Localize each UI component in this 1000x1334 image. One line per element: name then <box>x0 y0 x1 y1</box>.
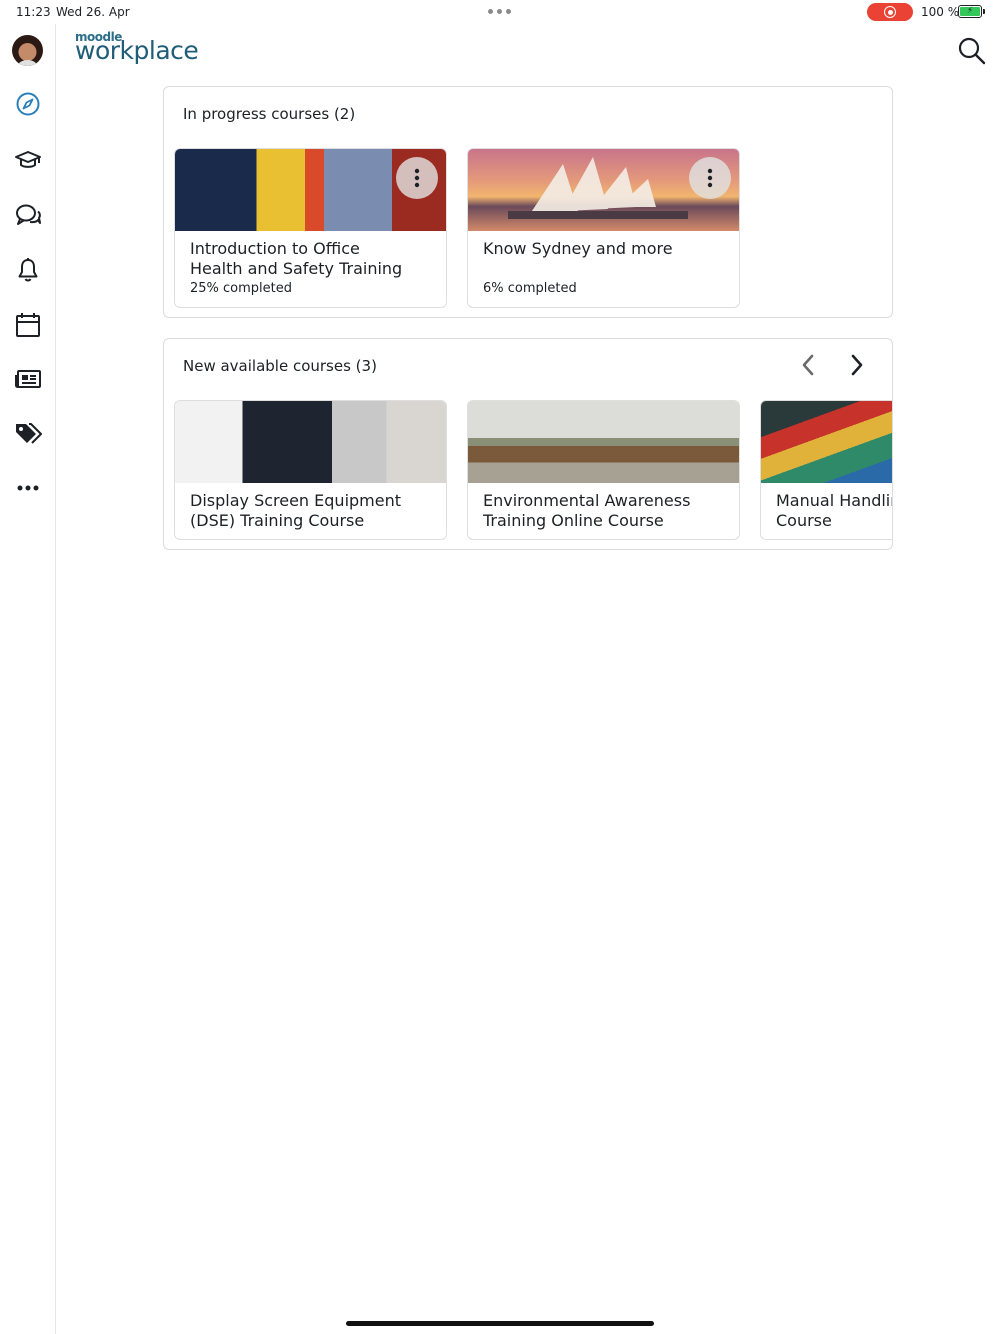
course-name[interactable]: Environmental Awareness Training Online … <box>483 491 733 531</box>
course-progress: 6% completed <box>483 281 577 296</box>
chat-bubbles-icon[interactable] <box>13 200 43 230</box>
course-image <box>175 149 446 231</box>
course-name[interactable]: Know Sydney and more <box>483 239 733 259</box>
home-indicator[interactable] <box>346 1321 654 1326</box>
course-name[interactable]: Manual Handling Course <box>776 491 892 531</box>
vertical-dots-icon <box>414 168 420 188</box>
course-card[interactable]: Introduction to Office Health and Safety… <box>174 148 447 308</box>
course-card[interactable]: Manual Handling Course <box>760 400 892 540</box>
course-card[interactable]: Display Screen Equipment (DSE) Training … <box>174 400 447 540</box>
block-title: New available courses (3) <box>183 357 377 375</box>
calendar-icon[interactable] <box>13 310 43 340</box>
bell-icon[interactable] <box>13 255 43 285</box>
course-image <box>468 401 739 483</box>
status-bar: 11:23 Wed 26. Apr 100 % ⚡ <box>0 0 1000 24</box>
tags-icon[interactable] <box>13 418 43 448</box>
battery-icon: ⚡ <box>958 5 985 18</box>
news-icon[interactable] <box>13 364 43 394</box>
battery-percentage: 100 % <box>921 5 960 19</box>
course-image <box>175 401 446 483</box>
moodle-workplace-logo: moodle workplace <box>75 31 199 65</box>
vertical-dots-icon <box>707 168 713 188</box>
block-title: In progress courses (2) <box>183 105 356 123</box>
sidebar <box>0 24 56 1334</box>
status-time: 11:23 <box>16 5 51 19</box>
graduation-cap-icon[interactable] <box>13 145 43 175</box>
chevron-left-icon[interactable] <box>796 353 820 377</box>
screen-recording-icon[interactable] <box>867 3 913 21</box>
in-progress-courses-block: In progress courses (2) Introduction to … <box>163 86 893 318</box>
avatar[interactable] <box>12 35 43 66</box>
logo-main-text: workplace <box>75 36 199 65</box>
more-icon[interactable] <box>13 473 43 503</box>
search-icon[interactable] <box>957 36 987 66</box>
chevron-right-icon[interactable] <box>845 353 869 377</box>
compass-icon[interactable] <box>13 89 43 119</box>
new-available-courses-block: New available courses (3) Display Screen… <box>163 338 893 550</box>
course-menu-button[interactable] <box>396 157 438 199</box>
course-menu-button[interactable] <box>689 157 731 199</box>
course-image <box>468 149 739 231</box>
status-date: Wed 26. Apr <box>56 5 130 19</box>
course-name[interactable]: Display Screen Equipment (DSE) Training … <box>190 491 440 531</box>
course-card[interactable]: Environmental Awareness Training Online … <box>467 400 740 540</box>
course-name[interactable]: Introduction to Office Health and Safety… <box>190 239 440 279</box>
course-image <box>761 401 892 483</box>
multitasking-dots-icon[interactable] <box>488 9 511 14</box>
course-progress: 25% completed <box>190 281 293 296</box>
course-card[interactable]: Know Sydney and more 6% completed <box>467 148 740 308</box>
